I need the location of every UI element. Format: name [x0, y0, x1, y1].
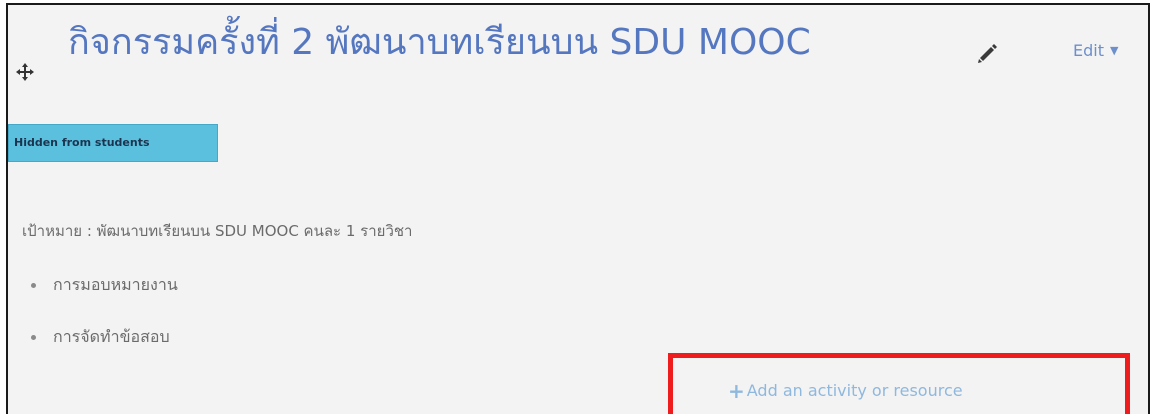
hidden-from-students-badge: Hidden from students [8, 124, 218, 162]
list-item-text: การมอบหมายงาน [53, 275, 178, 294]
section-title: กิจกรรมครั้งที่ 2 พัฒนาบทเรียนบน SDU MOO… [68, 22, 811, 63]
pencil-icon[interactable] [976, 42, 998, 64]
move-icon[interactable] [16, 63, 34, 81]
add-activity-label: Add an activity or resource [746, 381, 963, 400]
course-section: กิจกรรมครั้งที่ 2 พัฒนาบทเรียนบน SDU MOO… [6, 3, 1150, 414]
plus-icon: + [728, 379, 745, 403]
edit-menu[interactable]: Edit ▼ [1073, 41, 1118, 60]
edit-menu-label: Edit [1073, 41, 1104, 60]
bullet-icon [31, 335, 36, 340]
list-item-text: การจัดทำข้อสอบ [53, 327, 170, 346]
bullet-icon [31, 283, 36, 288]
caret-down-icon: ▼ [1109, 44, 1119, 57]
section-summary: เป้าหมาย : พัฒนาบทเรียนบน SDU MOOC คนละ … [22, 222, 413, 240]
add-activity-link[interactable]: + Add an activity or resource [728, 379, 963, 403]
